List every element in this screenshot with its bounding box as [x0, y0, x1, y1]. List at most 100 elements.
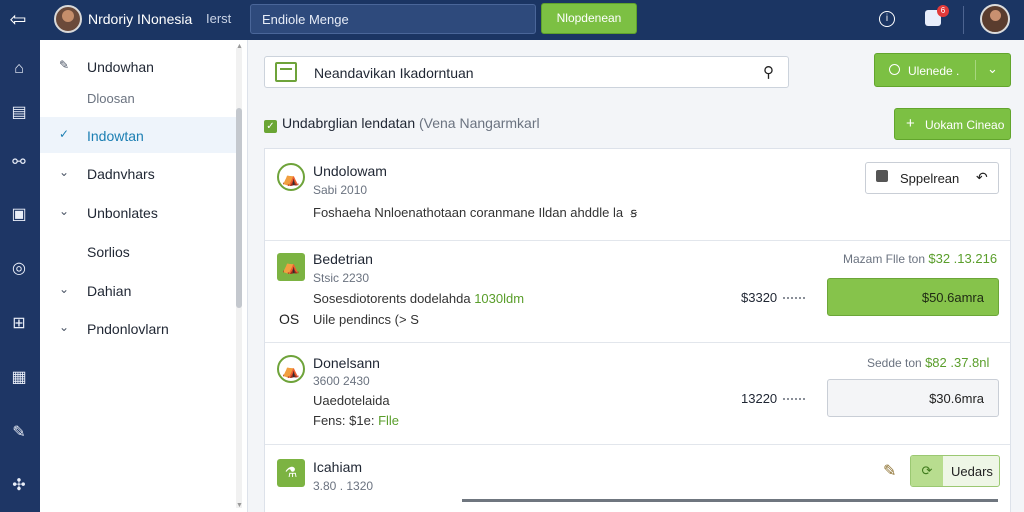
brand-avatar [54, 5, 82, 33]
item-range-label: Mazam Flle ton [843, 252, 926, 266]
item-range-value: $82 .37.8nl [925, 355, 990, 370]
chevron-down-icon: ⌄ [59, 320, 70, 334]
item-subline: Uile pendincs (> S [313, 312, 419, 327]
sidebar-item-dadnvhars[interactable]: ⌄ Dadnvhars [40, 155, 236, 191]
user-avatar[interactable] [980, 4, 1010, 34]
item-description-suffix: ꞩ [630, 205, 638, 220]
list-item[interactable]: ⛺ Bedetrian Stsic 2230 Sosesdiotorents d… [265, 241, 1010, 343]
sidebar-item-sorlios[interactable]: Sorlios [40, 233, 236, 269]
chevron-down-icon: ⌄ [59, 204, 70, 218]
progress-bar [462, 499, 998, 502]
filter-toggle[interactable]: ✓ Undabrglian lendatan (Vena Nangarmkarl [264, 115, 540, 133]
chevron-down-icon: ⌄ [987, 61, 998, 76]
global-search-input[interactable]: Endiole Menge [250, 4, 536, 34]
sidebar-item-pndonlovlarn[interactable]: ⌄ Pndonlovlarn [40, 310, 236, 346]
status-dropdown-label: Ulenede . [908, 64, 960, 78]
sidebar-scroll-thumb[interactable] [236, 108, 242, 308]
leader-dots [783, 297, 805, 299]
item-range: Sedde ton $82 .37.8nl [867, 355, 989, 370]
item-description: Foshaeha Nnloenathotaan coranmane Ildan … [313, 205, 637, 221]
pen-icon[interactable]: ✎ [9, 423, 29, 443]
filter-sublabel: (Vena Nangarmkarl [419, 115, 540, 131]
undo-icon: ↶ [976, 169, 988, 185]
item-description-text: Sosesdiotorents dodelahda [313, 291, 471, 306]
sidebar-item-undowhan[interactable]: ✎ Undowhan [40, 48, 236, 84]
folder-icon[interactable]: ▦ [9, 368, 29, 388]
item-price-label: $30.6mra [929, 391, 984, 406]
top-bar: ⇦ Nrdoriy INonesia Ierst Endiole Menge N… [0, 0, 1024, 40]
sidebar-item-dahian[interactable]: ⌄ Dahian [40, 272, 236, 308]
save-icon [876, 170, 888, 182]
brush-icon[interactable]: ✎ [883, 461, 896, 481]
top-cta-button[interactable]: Nlopdenean [541, 3, 637, 34]
item-action-label: Uedars [951, 464, 993, 479]
flask-icon: ⚗ [277, 459, 305, 487]
filter-label: Undabrglian lendatan [282, 115, 416, 131]
sidebar-item-indowtan[interactable]: ✓ Indowtan [40, 117, 236, 153]
item-range-value: $32 .13.216 [928, 251, 998, 266]
item-description: Uaedotelaida [313, 393, 390, 408]
compass-icon[interactable]: ◎ [9, 259, 29, 279]
item-side-label: OS [279, 311, 300, 327]
search-input-value[interactable]: Neandavikan Ikadorntuan [314, 65, 474, 81]
item-action-label: Sppelrean [900, 171, 960, 186]
status-dropdown[interactable]: Ulenede . ⌄ [874, 53, 1011, 87]
chevron-down-icon: ⌄ [59, 282, 70, 296]
share-icon[interactable]: ⚯ [9, 153, 29, 173]
item-description-text: Foshaeha Nnloenathotaan coranmane Ildan … [313, 205, 624, 220]
list-item[interactable]: ⛺ Donelsann 3600 2430 Uaedotelaida Fens:… [265, 343, 1010, 445]
sidebar-item-label: Undowhan [87, 59, 154, 75]
item-title: Donelsann [313, 355, 380, 371]
scroll-up-icon[interactable]: ▲ [236, 43, 243, 50]
home-icon[interactable]: ⌂ [9, 59, 29, 79]
item-amount: 13220 [741, 391, 778, 406]
app-subtitle: Ierst [206, 11, 232, 26]
image-icon[interactable]: ▣ [9, 205, 29, 225]
add-button[interactable]: + Uokam Cineao [894, 108, 1011, 140]
sidebar-item-label: Unbonlates [87, 205, 158, 221]
info-icon[interactable]: i [879, 11, 895, 27]
scroll-down-icon[interactable]: ▼ [236, 502, 243, 509]
plus-icon: + [906, 115, 915, 132]
check-icon: ✓ [59, 127, 70, 141]
sidebar-item-dloosan[interactable]: Dloosan [40, 80, 236, 116]
item-title: Undolowam [313, 163, 387, 179]
item-action-button[interactable]: ⟳ Uedars [910, 455, 1000, 487]
document-icon[interactable]: ▤ [9, 103, 29, 123]
search-icon[interactable]: ⚲ [763, 63, 774, 81]
tent-icon: ⛺ [277, 163, 305, 191]
puzzle-icon[interactable]: ✣ [9, 476, 29, 496]
item-title: Icahiam [313, 459, 363, 475]
edit-icon: ✎ [59, 58, 70, 72]
tent-icon: ⛺ [277, 253, 305, 281]
item-range: Mazam Flle ton $32 .13.216 [843, 251, 997, 266]
item-list: ⛺ Undolowam Sabi 2010 Foshaeha Nnloenath… [264, 148, 1011, 512]
sidebar-item-unbonlates[interactable]: ⌄ Unbonlates [40, 194, 236, 230]
item-subline: Fens: $1e: Flle [313, 413, 399, 428]
layout-icon[interactable]: ⊞ [9, 314, 29, 334]
item-description: Sosesdiotorents dodelahda 1030ldm [313, 291, 524, 306]
item-price-label: $50.6amra [921, 290, 984, 305]
sidebar-item-label: Dadnvhars [87, 166, 155, 182]
item-price-button[interactable]: $50.6amra [827, 278, 999, 316]
sidebar-item-label: Indowtan [87, 128, 144, 144]
icon-rail: ⌂ ▤ ⚯ ▣ ◎ ⊞ ▦ ✎ ✣ [0, 40, 40, 512]
sidebar-item-label: Dahian [87, 283, 132, 299]
checkbox-icon[interactable]: ✓ [264, 120, 277, 133]
back-arrow-icon[interactable]: ⇦ [7, 9, 29, 31]
add-button-label: Uokam Cineao [925, 118, 1005, 132]
item-subline-highlight: Flle [378, 413, 400, 428]
calendar-icon [275, 62, 297, 82]
item-description-highlight: 1030ldm [474, 291, 525, 306]
dropdown-separator [975, 60, 976, 80]
item-meta: Stsic 2230 [313, 271, 370, 285]
item-price-button[interactable]: $30.6mra [827, 379, 999, 417]
search-field[interactable]: Neandavikan Ikadorntuan ⚲ [264, 56, 789, 88]
item-subline-text: Fens: $1e: [313, 413, 375, 428]
item-amount: $3320 [741, 290, 778, 305]
chevron-down-icon: ⌄ [59, 165, 70, 179]
tent-icon: ⛺ [277, 355, 305, 383]
list-item[interactable]: ⛺ Undolowam Sabi 2010 Foshaeha Nnloenath… [265, 149, 1010, 241]
item-action-button[interactable]: Sppelrean ↶ [865, 162, 999, 194]
refresh-icon: ⟳ [911, 456, 943, 486]
